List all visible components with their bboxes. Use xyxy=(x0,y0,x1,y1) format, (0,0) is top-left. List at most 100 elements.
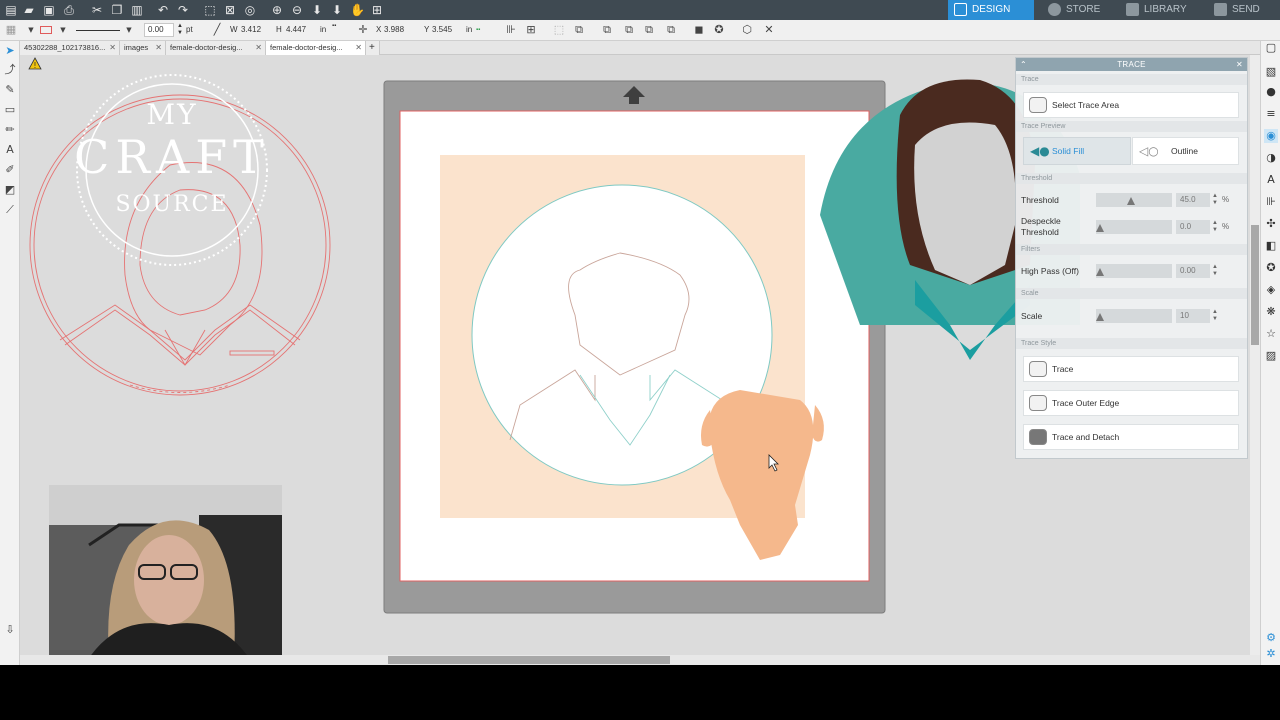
threshold-value[interactable]: 45.0 xyxy=(1176,193,1210,207)
highpass-value[interactable]: 0.00 xyxy=(1176,264,1210,278)
select-by-color-icon[interactable]: ◎ xyxy=(243,3,257,17)
shape-tool-icon[interactable]: ▭ xyxy=(3,103,17,117)
bring-forward-icon[interactable]: ⧉ xyxy=(642,23,656,37)
weld-icon[interactable]: ◼ xyxy=(692,23,706,37)
doc-tab[interactable]: images ✕ xyxy=(120,41,166,55)
trace-and-detach-button[interactable]: Trace and Detach xyxy=(1023,424,1239,450)
texture-icon[interactable]: ▨ xyxy=(1264,349,1278,363)
pen-node-icon[interactable]: ✎ xyxy=(3,83,17,97)
cut-icon[interactable]: ✂ xyxy=(90,3,104,17)
scroll-thumb[interactable] xyxy=(388,656,670,664)
print-icon[interactable]: ⎙ xyxy=(62,3,76,17)
trace-button[interactable]: Trace xyxy=(1023,356,1239,382)
modify-icon[interactable]: ◧ xyxy=(1264,239,1278,253)
knife-icon[interactable]: ⟋ xyxy=(3,203,17,217)
spinner-icon[interactable]: ▲ ▼ xyxy=(1212,309,1218,323)
select-all-icon[interactable]: ⬚ xyxy=(203,3,217,17)
dropdown-arrow-icon[interactable]: ▼ xyxy=(24,23,38,37)
position-anchor-icon[interactable]: ▪▪ xyxy=(476,23,480,37)
close-icon[interactable]: ✕ xyxy=(1236,58,1243,71)
ungroup-icon[interactable]: ⧉ xyxy=(572,23,586,37)
favorites-star-icon[interactable]: ☆ xyxy=(1264,327,1278,341)
select-arrow-icon[interactable]: ➤ xyxy=(3,44,17,58)
text-style-icon[interactable]: A xyxy=(1264,173,1278,187)
tab-send[interactable]: SEND xyxy=(1208,0,1274,20)
align-icon[interactable]: ⊪ xyxy=(504,23,518,37)
new-file-icon[interactable]: ▤ xyxy=(4,3,18,17)
despeckle-value[interactable]: 0.0 xyxy=(1176,220,1210,234)
line-style-preview[interactable] xyxy=(76,30,120,31)
undo-icon[interactable]: ↶ xyxy=(156,3,170,17)
new-tab-button[interactable]: + xyxy=(366,41,380,55)
import-icon[interactable]: ⇩ xyxy=(3,623,17,637)
star-modify-icon[interactable]: ✪ xyxy=(712,23,726,37)
spinner-icon[interactable]: ▲ ▼ xyxy=(1212,264,1218,278)
close-tab-icon[interactable]: ✕ xyxy=(109,41,116,55)
zoom-out-icon[interactable]: ⊖ xyxy=(290,3,304,17)
3d-object-icon[interactable]: ⬡ xyxy=(740,23,754,37)
replicate-icon[interactable]: ✣ xyxy=(1264,217,1278,231)
draw-line-icon[interactable]: ✏ xyxy=(3,123,17,137)
redo-icon[interactable]: ↷ xyxy=(176,3,190,17)
x-value[interactable]: 3.988 xyxy=(384,23,404,37)
slider-thumb[interactable] xyxy=(1096,224,1104,232)
doc-tab[interactable]: female-doctor-desig... ✕ xyxy=(166,41,266,55)
copy-icon[interactable]: ❐ xyxy=(110,3,124,17)
solid-fill-button[interactable]: ◀● Solid Fill xyxy=(1023,137,1131,165)
trace-outer-edge-button[interactable]: Trace Outer Edge xyxy=(1023,390,1239,416)
slider-thumb[interactable] xyxy=(1126,197,1135,205)
scale-value[interactable]: 10 xyxy=(1176,309,1210,323)
collapse-icon[interactable]: ⌃ xyxy=(1020,58,1027,71)
width-value[interactable]: 3.412 xyxy=(241,23,261,37)
zoom-drag-icon[interactable]: ⬇ xyxy=(310,3,324,17)
send-backward-icon[interactable]: ⧉ xyxy=(664,23,678,37)
fill-color-icon[interactable]: ● xyxy=(1264,85,1278,99)
fit-page-icon[interactable]: ⊞ xyxy=(370,3,384,17)
zoom-in-icon[interactable]: ⊕ xyxy=(270,3,284,17)
slider-thumb[interactable] xyxy=(1096,313,1104,321)
paste-icon[interactable]: ▥ xyxy=(130,3,144,17)
line-color-swatch[interactable] xyxy=(40,26,52,34)
doc-tab-active[interactable]: female-doctor-desig... ✕ xyxy=(266,41,366,55)
outline-button[interactable]: ◁○ Outline xyxy=(1132,137,1239,165)
vertical-scrollbar[interactable] xyxy=(1250,55,1260,655)
page-setup-icon[interactable]: ▢ xyxy=(1264,41,1278,55)
doc-tab[interactable]: 45302288_102173816... ✕ xyxy=(20,41,120,55)
sketch-icon[interactable]: ❋ xyxy=(1264,305,1278,319)
deselect-icon[interactable]: ⊠ xyxy=(223,3,237,17)
draw-tool-icon[interactable]: ✐ xyxy=(3,163,17,177)
y-value[interactable]: 3.545 xyxy=(432,23,452,37)
select-trace-area-button[interactable]: Select Trace Area xyxy=(1023,92,1239,118)
despeckle-slider[interactable] xyxy=(1096,220,1172,234)
zoom-fit-icon[interactable]: ⬇ xyxy=(330,3,344,17)
transparency-icon[interactable]: ◑ xyxy=(1264,151,1278,165)
scroll-thumb[interactable] xyxy=(1251,225,1259,345)
close-tab-icon[interactable]: ✕ xyxy=(355,41,362,55)
horizontal-scrollbar[interactable] xyxy=(20,655,1260,665)
tab-design[interactable]: DESIGN xyxy=(948,0,1034,20)
lock-ratio-icon[interactable]: ▪▪ xyxy=(332,23,336,37)
bring-front-icon[interactable]: ⧉ xyxy=(600,23,614,37)
spinner-icon[interactable]: ▲ ▼ xyxy=(1212,193,1218,207)
dropdown-arrow-icon[interactable]: ▼ xyxy=(56,23,70,37)
spinner-icon[interactable]: ▲ ▼ xyxy=(1212,220,1218,234)
slider-thumb[interactable] xyxy=(1096,268,1104,276)
highpass-slider[interactable] xyxy=(1096,264,1172,278)
transform-icon[interactable]: ◈ xyxy=(1264,283,1278,297)
open-folder-icon[interactable]: ▰ xyxy=(22,3,36,17)
group-icon[interactable]: ⬚ xyxy=(552,23,566,37)
text-tool-icon[interactable]: A xyxy=(3,143,17,157)
tab-library[interactable]: LIBRARY xyxy=(1120,0,1200,20)
settings-gear-icon[interactable]: ⚙ xyxy=(1264,631,1278,645)
offset-icon[interactable]: ✪ xyxy=(1264,261,1278,275)
line-width-field[interactable]: 0.00 xyxy=(144,23,174,37)
threshold-slider[interactable] xyxy=(1096,193,1172,207)
save-icon[interactable]: ▣ xyxy=(42,3,56,17)
scale-slider[interactable] xyxy=(1096,309,1172,323)
close-tab-icon[interactable]: ✕ xyxy=(155,41,162,55)
point-edit-icon[interactable]: ⤴ xyxy=(3,63,17,77)
distribute-icon[interactable]: ⊞ xyxy=(524,23,538,37)
pan-hand-icon[interactable]: ✋ xyxy=(350,3,365,17)
tab-store[interactable]: STORE xyxy=(1042,0,1114,20)
align-panel-icon[interactable]: ⊪ xyxy=(1264,195,1278,209)
